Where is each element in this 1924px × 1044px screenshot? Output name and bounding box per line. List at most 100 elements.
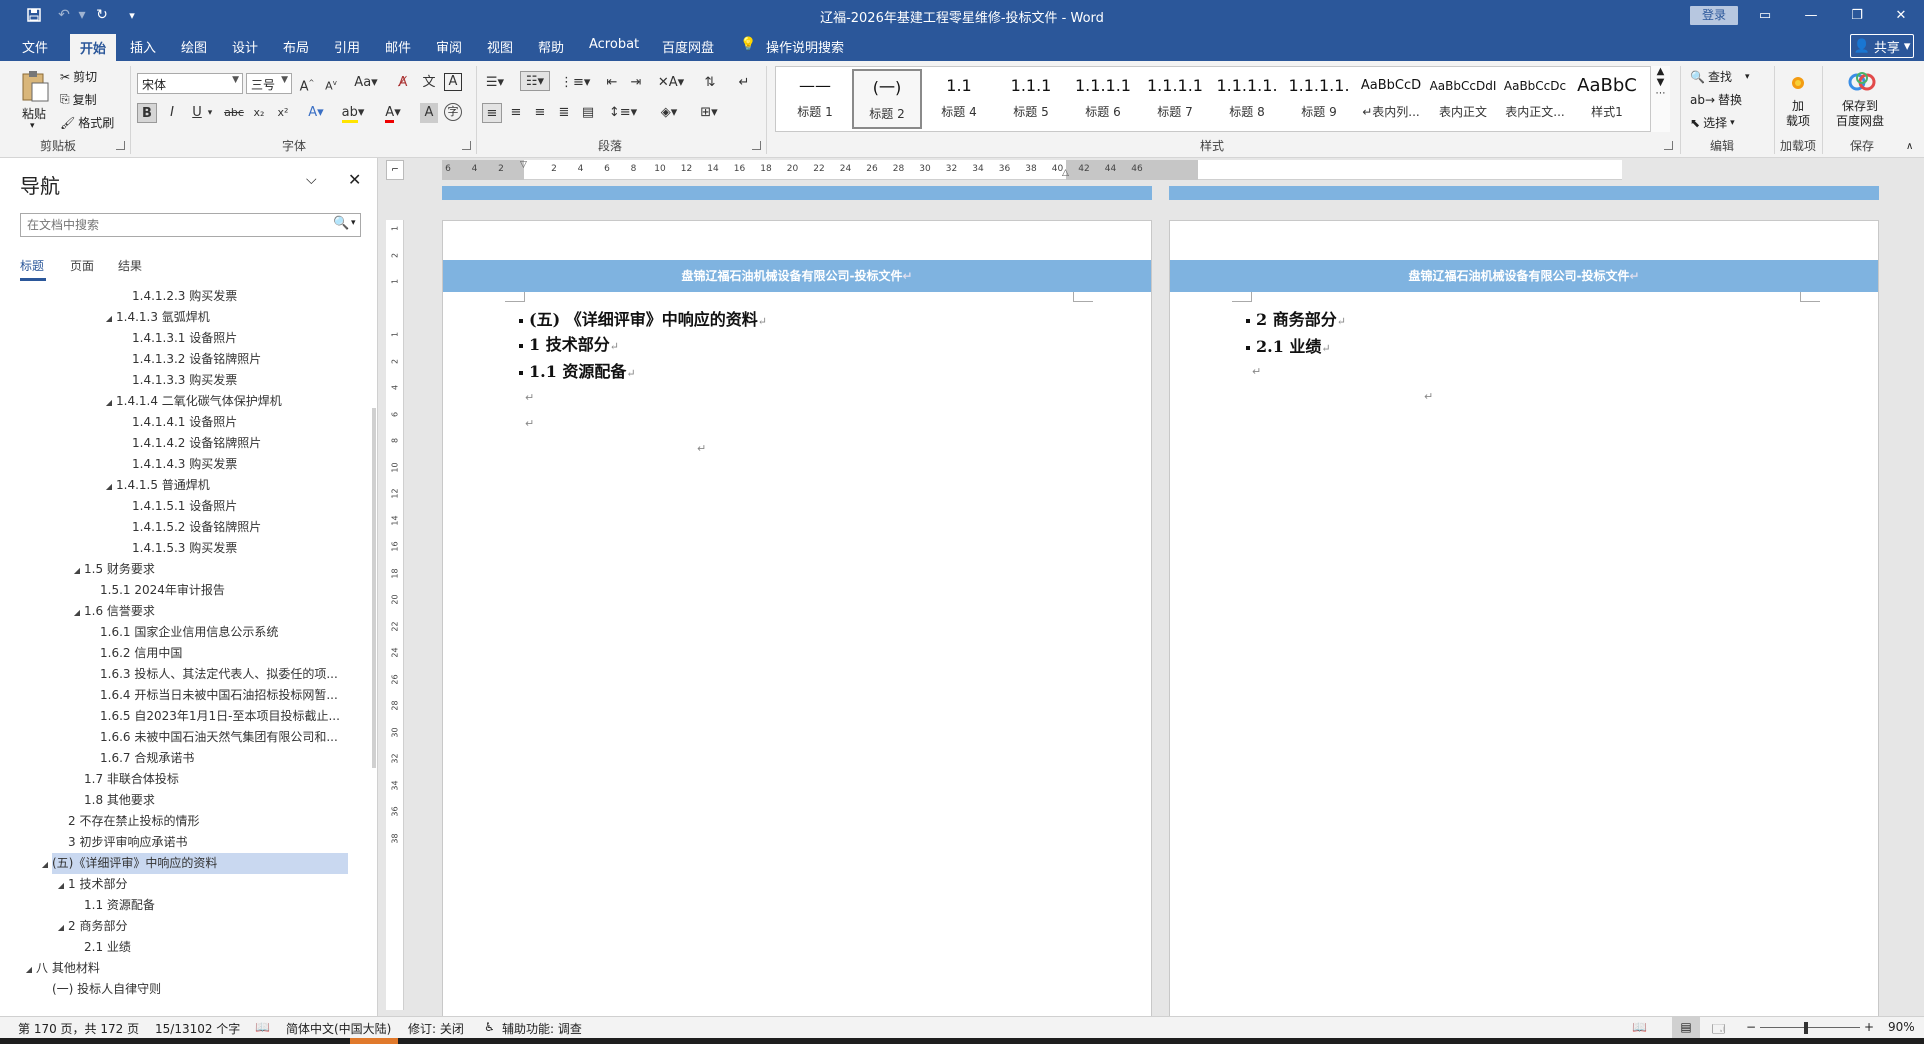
- tab-file[interactable]: 文件: [22, 37, 48, 56]
- numbering-icon[interactable]: ☷▾: [520, 71, 550, 91]
- horizontal-ruler[interactable]: 6 4 2 2 4 6 8 10 12 14 16 18 20 22 24 26 28 30 32 34 36 38 40 4…: [442, 160, 1622, 180]
- subscript-icon[interactable]: x₂: [250, 103, 268, 123]
- nav-heading-item[interactable]: 1.4.1.5.2 设备铭牌照片: [118, 517, 261, 538]
- nav-heading-item[interactable]: 2 不存在禁止投标的情形: [54, 811, 199, 832]
- paste-dropdown-icon[interactable]: ▾: [30, 121, 35, 131]
- nav-options-chevron-icon[interactable]: ⌵: [306, 172, 317, 188]
- increase-indent-icon[interactable]: ⇥: [626, 73, 646, 93]
- tab-review[interactable]: 审阅: [436, 37, 462, 56]
- collapse-triangle-icon[interactable]: ◢: [54, 875, 68, 896]
- superscript-icon[interactable]: x²: [274, 103, 292, 123]
- nav-search-input[interactable]: [21, 214, 321, 236]
- justify-icon[interactable]: ≣: [554, 103, 574, 123]
- right-indent-marker[interactable]: △: [1062, 168, 1069, 178]
- replace-button[interactable]: ab→ 替换: [1690, 91, 1742, 108]
- style-heading-5[interactable]: 1.1.1 标题 5: [996, 69, 1066, 129]
- addins-icon[interactable]: [1788, 73, 1808, 93]
- tab-selector[interactable]: ⌐: [386, 160, 404, 180]
- text-effects-icon[interactable]: A▾: [304, 103, 328, 123]
- nav-heading-item[interactable]: ◢ 1.4.1.3 氩弧焊机: [102, 307, 210, 328]
- collapse-triangle-icon[interactable]: ◢: [38, 854, 52, 875]
- document-page-left[interactable]: 盘锦辽福石油机械设备有限公司-投标文件↵ (五) 《详细评审》中响应的资料↵ 1…: [442, 220, 1152, 1020]
- nav-heading-item[interactable]: 1.6.1 国家企业信用信息公示系统: [86, 622, 278, 643]
- tab-draw[interactable]: 绘图: [181, 37, 207, 56]
- find-button[interactable]: 🔍 查找 ▾: [1690, 68, 1750, 85]
- italic-icon[interactable]: I: [163, 103, 181, 123]
- paste-button[interactable]: 粘贴: [22, 105, 46, 122]
- nav-heading-item[interactable]: 1.4.1.4.3 购买发票: [118, 454, 237, 475]
- share-button[interactable]: 👤 共享 ▾: [1850, 34, 1914, 58]
- borders-icon[interactable]: ⊞▾: [694, 103, 724, 123]
- character-shading-icon[interactable]: A: [420, 103, 438, 123]
- heading-business-part[interactable]: 2 商务部分↵: [1246, 306, 1346, 330]
- nav-heading-item[interactable]: 1.8 其他要求: [70, 790, 155, 811]
- nav-scrollbar[interactable]: [372, 408, 376, 768]
- underline-dropdown-icon[interactable]: ▾: [205, 103, 215, 123]
- document-page-right[interactable]: 盘锦辽福石油机械设备有限公司-投标文件↵ 2 商务部分↵ 2.1 业绩↵ ↵ ↵: [1169, 220, 1879, 1020]
- print-layout-icon[interactable]: ▤: [1672, 1017, 1700, 1038]
- collapse-triangle-icon[interactable]: ◢: [102, 476, 116, 497]
- vertical-scrollbar[interactable]: [1904, 160, 1924, 1016]
- sort-icon[interactable]: ⇅: [700, 73, 720, 93]
- collapse-triangle-icon[interactable]: ◢: [70, 560, 84, 581]
- nav-heading-item[interactable]: 1.4.1.3.3 购买发票: [118, 370, 237, 391]
- phonetic-guide-icon[interactable]: 文: [420, 73, 438, 93]
- nav-heading-item[interactable]: ◢ 2 商务部分: [54, 916, 128, 938]
- show-marks-icon[interactable]: ↵: [734, 73, 754, 93]
- nav-heading-item[interactable]: (一) 投标人自律守则: [38, 979, 161, 1000]
- zoom-slider-thumb[interactable]: [1804, 1022, 1808, 1034]
- style-table-column[interactable]: AaBbCcD ↵表内列...: [1356, 69, 1426, 129]
- nav-heading-item[interactable]: ◢ (五)《详细评审》中响应的资料: [38, 853, 217, 874]
- tab-baidu-netdisk[interactable]: 百度网盘: [662, 37, 714, 56]
- tab-insert[interactable]: 插入: [130, 37, 156, 56]
- font-launcher-icon[interactable]: [462, 141, 471, 150]
- style-heading-2[interactable]: (一) 标题 2: [852, 69, 922, 129]
- page-count[interactable]: 第 170 页，共 172 页: [18, 1020, 139, 1037]
- zoom-out-icon[interactable]: −: [1746, 1020, 1756, 1034]
- read-mode-icon[interactable]: 📖: [1632, 1020, 1647, 1034]
- style-heading-6[interactable]: 1.1.1.1 标题 6: [1068, 69, 1138, 129]
- nav-heading-item[interactable]: 1.4.1.3.2 设备铭牌照片: [118, 349, 261, 370]
- strikethrough-icon[interactable]: abc: [223, 103, 245, 123]
- nav-heading-item[interactable]: 1.4.1.5.1 设备照片: [118, 496, 237, 517]
- minimize-icon[interactable]: —: [1788, 0, 1834, 30]
- nav-heading-item[interactable]: 1.4.1.4.1 设备照片: [118, 412, 237, 433]
- grow-font-icon[interactable]: A^: [298, 73, 316, 94]
- zoom-level[interactable]: 90%: [1888, 1020, 1915, 1034]
- style-heading-1[interactable]: —— 标题 1: [780, 69, 850, 129]
- collapse-triangle-icon[interactable]: ◢: [22, 959, 36, 980]
- addins-button[interactable]: 加 载项: [1786, 99, 1810, 129]
- tab-acrobat[interactable]: Acrobat: [589, 37, 639, 52]
- collapse-triangle-icon[interactable]: ◢: [70, 602, 84, 623]
- search-dropdown-icon[interactable]: ▾: [351, 218, 356, 228]
- heading-detailed-review[interactable]: (五) 《详细评审》中响应的资料↵: [519, 306, 767, 330]
- select-button[interactable]: ⬉ 选择 ▾: [1690, 114, 1735, 131]
- track-changes-status[interactable]: 修订: 关闭: [408, 1020, 464, 1037]
- style-heading-8[interactable]: 1.1.1.1. 标题 8: [1212, 69, 1282, 129]
- collapse-triangle-icon[interactable]: ◢: [54, 917, 68, 938]
- nav-tab-headings[interactable]: 标题: [20, 257, 44, 274]
- vertical-ruler[interactable]: 1 2 1 1 2 4 6 8 10 12 14 16 18 20 22 24 26 28 30 32 34 36 38: [386, 220, 404, 1010]
- first-line-indent-marker[interactable]: ▽: [520, 160, 527, 170]
- style-table-body[interactable]: AaBbCcDdI 表内正文: [1428, 69, 1498, 129]
- paste-icon[interactable]: [20, 69, 52, 103]
- save-to-baidu-button[interactable]: 保存到 百度网盘: [1836, 99, 1884, 129]
- highlight-icon[interactable]: ab▾: [340, 103, 366, 123]
- change-case-icon[interactable]: Aa▾: [352, 73, 380, 93]
- align-center-icon[interactable]: ≡: [506, 103, 526, 123]
- style-heading-4[interactable]: 1.1 标题 4: [924, 69, 994, 129]
- cut-button[interactable]: ✂ 剪切: [60, 68, 97, 85]
- collapse-ribbon-icon[interactable]: ∧: [1906, 141, 1913, 152]
- nav-heading-item[interactable]: 1.4.1.5.3 购买发票: [118, 538, 237, 559]
- align-left-icon[interactable]: ≡: [482, 103, 502, 123]
- language-status[interactable]: 简体中文(中国大陆): [286, 1020, 391, 1037]
- nav-heading-item[interactable]: 1.5.1 2024年审计报告: [86, 580, 225, 601]
- nav-heading-item[interactable]: 1.6.2 信用中国: [86, 643, 182, 664]
- nav-tab-results[interactable]: 结果: [118, 257, 142, 274]
- distributed-icon[interactable]: ▤: [578, 103, 598, 123]
- tab-references[interactable]: 引用: [334, 37, 360, 56]
- tab-layout[interactable]: 布局: [283, 37, 309, 56]
- nav-heading-item[interactable]: ◢ 1 技术部分: [54, 874, 128, 896]
- align-right-icon[interactable]: ≡: [530, 103, 550, 123]
- character-border-icon[interactable]: A: [444, 73, 462, 91]
